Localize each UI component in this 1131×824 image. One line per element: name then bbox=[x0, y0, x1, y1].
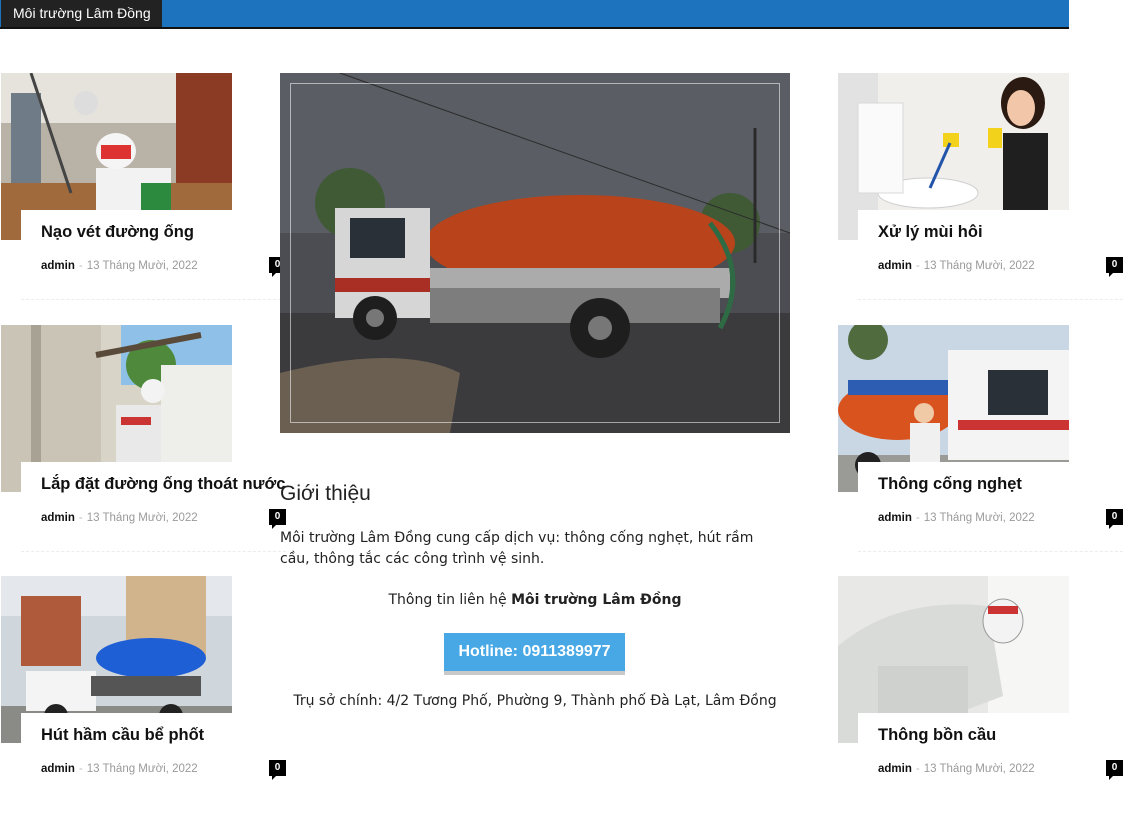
comment-count[interactable]: 0 bbox=[269, 760, 286, 780]
post-title[interactable]: Thông bồn cầu bbox=[878, 726, 996, 745]
post-card-septic-pumping[interactable]: Hút hầm cầu bể phốt admin -13 Tháng Mười,… bbox=[1, 576, 291, 806]
intro-heading: Giới thiệu bbox=[280, 482, 371, 505]
divider bbox=[858, 299, 1123, 300]
contact-name: Môi trường Lâm Đồng bbox=[511, 592, 682, 608]
post-author[interactable]: admin bbox=[41, 512, 75, 524]
contact-line: Thông tin liên hệ Môi trường Lâm Đồng bbox=[280, 592, 790, 608]
post-title[interactable]: Nạo vét đường ống bbox=[41, 223, 194, 242]
post-meta: admin -13 Tháng Mười, 2022 bbox=[878, 260, 1035, 272]
divider bbox=[858, 551, 1123, 552]
post-meta: admin -13 Tháng Mười, 2022 bbox=[41, 763, 198, 775]
post-author[interactable]: admin bbox=[41, 260, 75, 272]
post-meta: admin -13 Tháng Mười, 2022 bbox=[878, 512, 1035, 524]
comment-count[interactable]: 0 bbox=[1106, 257, 1123, 277]
hotline-button[interactable]: Hotline: 0911389977 bbox=[444, 633, 625, 675]
post-panel: Lắp đặt đường ống thoát nước admin -13 Th… bbox=[21, 462, 286, 548]
post-date: 13 Tháng Mười, 2022 bbox=[923, 763, 1035, 775]
post-card-drain-install[interactable]: Lắp đặt đường ống thoát nước admin -13 Th… bbox=[1, 325, 291, 555]
post-meta: admin -13 Tháng Mười, 2022 bbox=[41, 260, 198, 272]
comment-count[interactable]: 0 bbox=[1106, 760, 1123, 780]
address-line: Trụ sở chính: 4/2 Tương Phố, Phường 9, T… bbox=[293, 693, 777, 709]
comment-count[interactable]: 0 bbox=[1106, 509, 1123, 529]
post-panel: Xử lý mùi hôi admin -13 Tháng Mười, 2022 … bbox=[858, 210, 1123, 296]
post-card-drain-unclog[interactable]: Thông cống nghẹt admin -13 Tháng Mười, 20… bbox=[838, 325, 1128, 555]
contact-prefix: Thông tin liên hệ bbox=[388, 592, 507, 608]
post-meta: admin -13 Tháng Mười, 2022 bbox=[41, 512, 198, 524]
post-panel: Thông cống nghẹt admin -13 Tháng Mười, 20… bbox=[858, 462, 1123, 548]
post-card-toilet-unclog[interactable]: Thông bồn cầu admin -13 Tháng Mười, 2022 … bbox=[838, 576, 1128, 806]
post-card-pipe-dredging[interactable]: Nạo vét đường ống admin -13 Tháng Mười, 2… bbox=[1, 73, 291, 303]
post-card-odor-treatment[interactable]: Xử lý mùi hôi admin -13 Tháng Mười, 2022 … bbox=[838, 73, 1128, 303]
post-author[interactable]: admin bbox=[878, 512, 912, 524]
post-title[interactable]: Thông cống nghẹt bbox=[878, 475, 1022, 494]
post-title[interactable]: Lắp đặt đường ống thoát nước bbox=[41, 475, 285, 494]
hero-image[interactable] bbox=[280, 73, 790, 433]
comment-count[interactable]: 0 bbox=[269, 509, 286, 529]
divider bbox=[21, 299, 286, 300]
header-bar: Môi trường Lâm Đồng bbox=[0, 0, 1069, 29]
post-title[interactable]: Xử lý mùi hôi bbox=[878, 223, 983, 242]
post-date: 13 Tháng Mười, 2022 bbox=[86, 260, 198, 272]
intro-body: Môi trường Lâm Đồng cung cấp dịch vụ: th… bbox=[280, 530, 754, 567]
post-author[interactable]: admin bbox=[878, 763, 912, 775]
post-date: 13 Tháng Mười, 2022 bbox=[86, 763, 198, 775]
hero-frame bbox=[290, 83, 780, 423]
post-date: 13 Tháng Mười, 2022 bbox=[923, 512, 1035, 524]
site-brand[interactable]: Môi trường Lâm Đồng bbox=[1, 0, 162, 27]
post-author[interactable]: admin bbox=[878, 260, 912, 272]
post-author[interactable]: admin bbox=[41, 763, 75, 775]
divider bbox=[21, 551, 286, 552]
post-meta: admin -13 Tháng Mười, 2022 bbox=[878, 763, 1035, 775]
post-panel: Nạo vét đường ống admin -13 Tháng Mười, 2… bbox=[21, 210, 286, 296]
post-date: 13 Tháng Mười, 2022 bbox=[86, 512, 198, 524]
post-panel: Thông bồn cầu admin -13 Tháng Mười, 2022 … bbox=[858, 713, 1123, 799]
post-title[interactable]: Hút hầm cầu bể phốt bbox=[41, 726, 204, 745]
post-date: 13 Tháng Mười, 2022 bbox=[923, 260, 1035, 272]
post-panel: Hút hầm cầu bể phốt admin -13 Tháng Mười,… bbox=[21, 713, 286, 799]
